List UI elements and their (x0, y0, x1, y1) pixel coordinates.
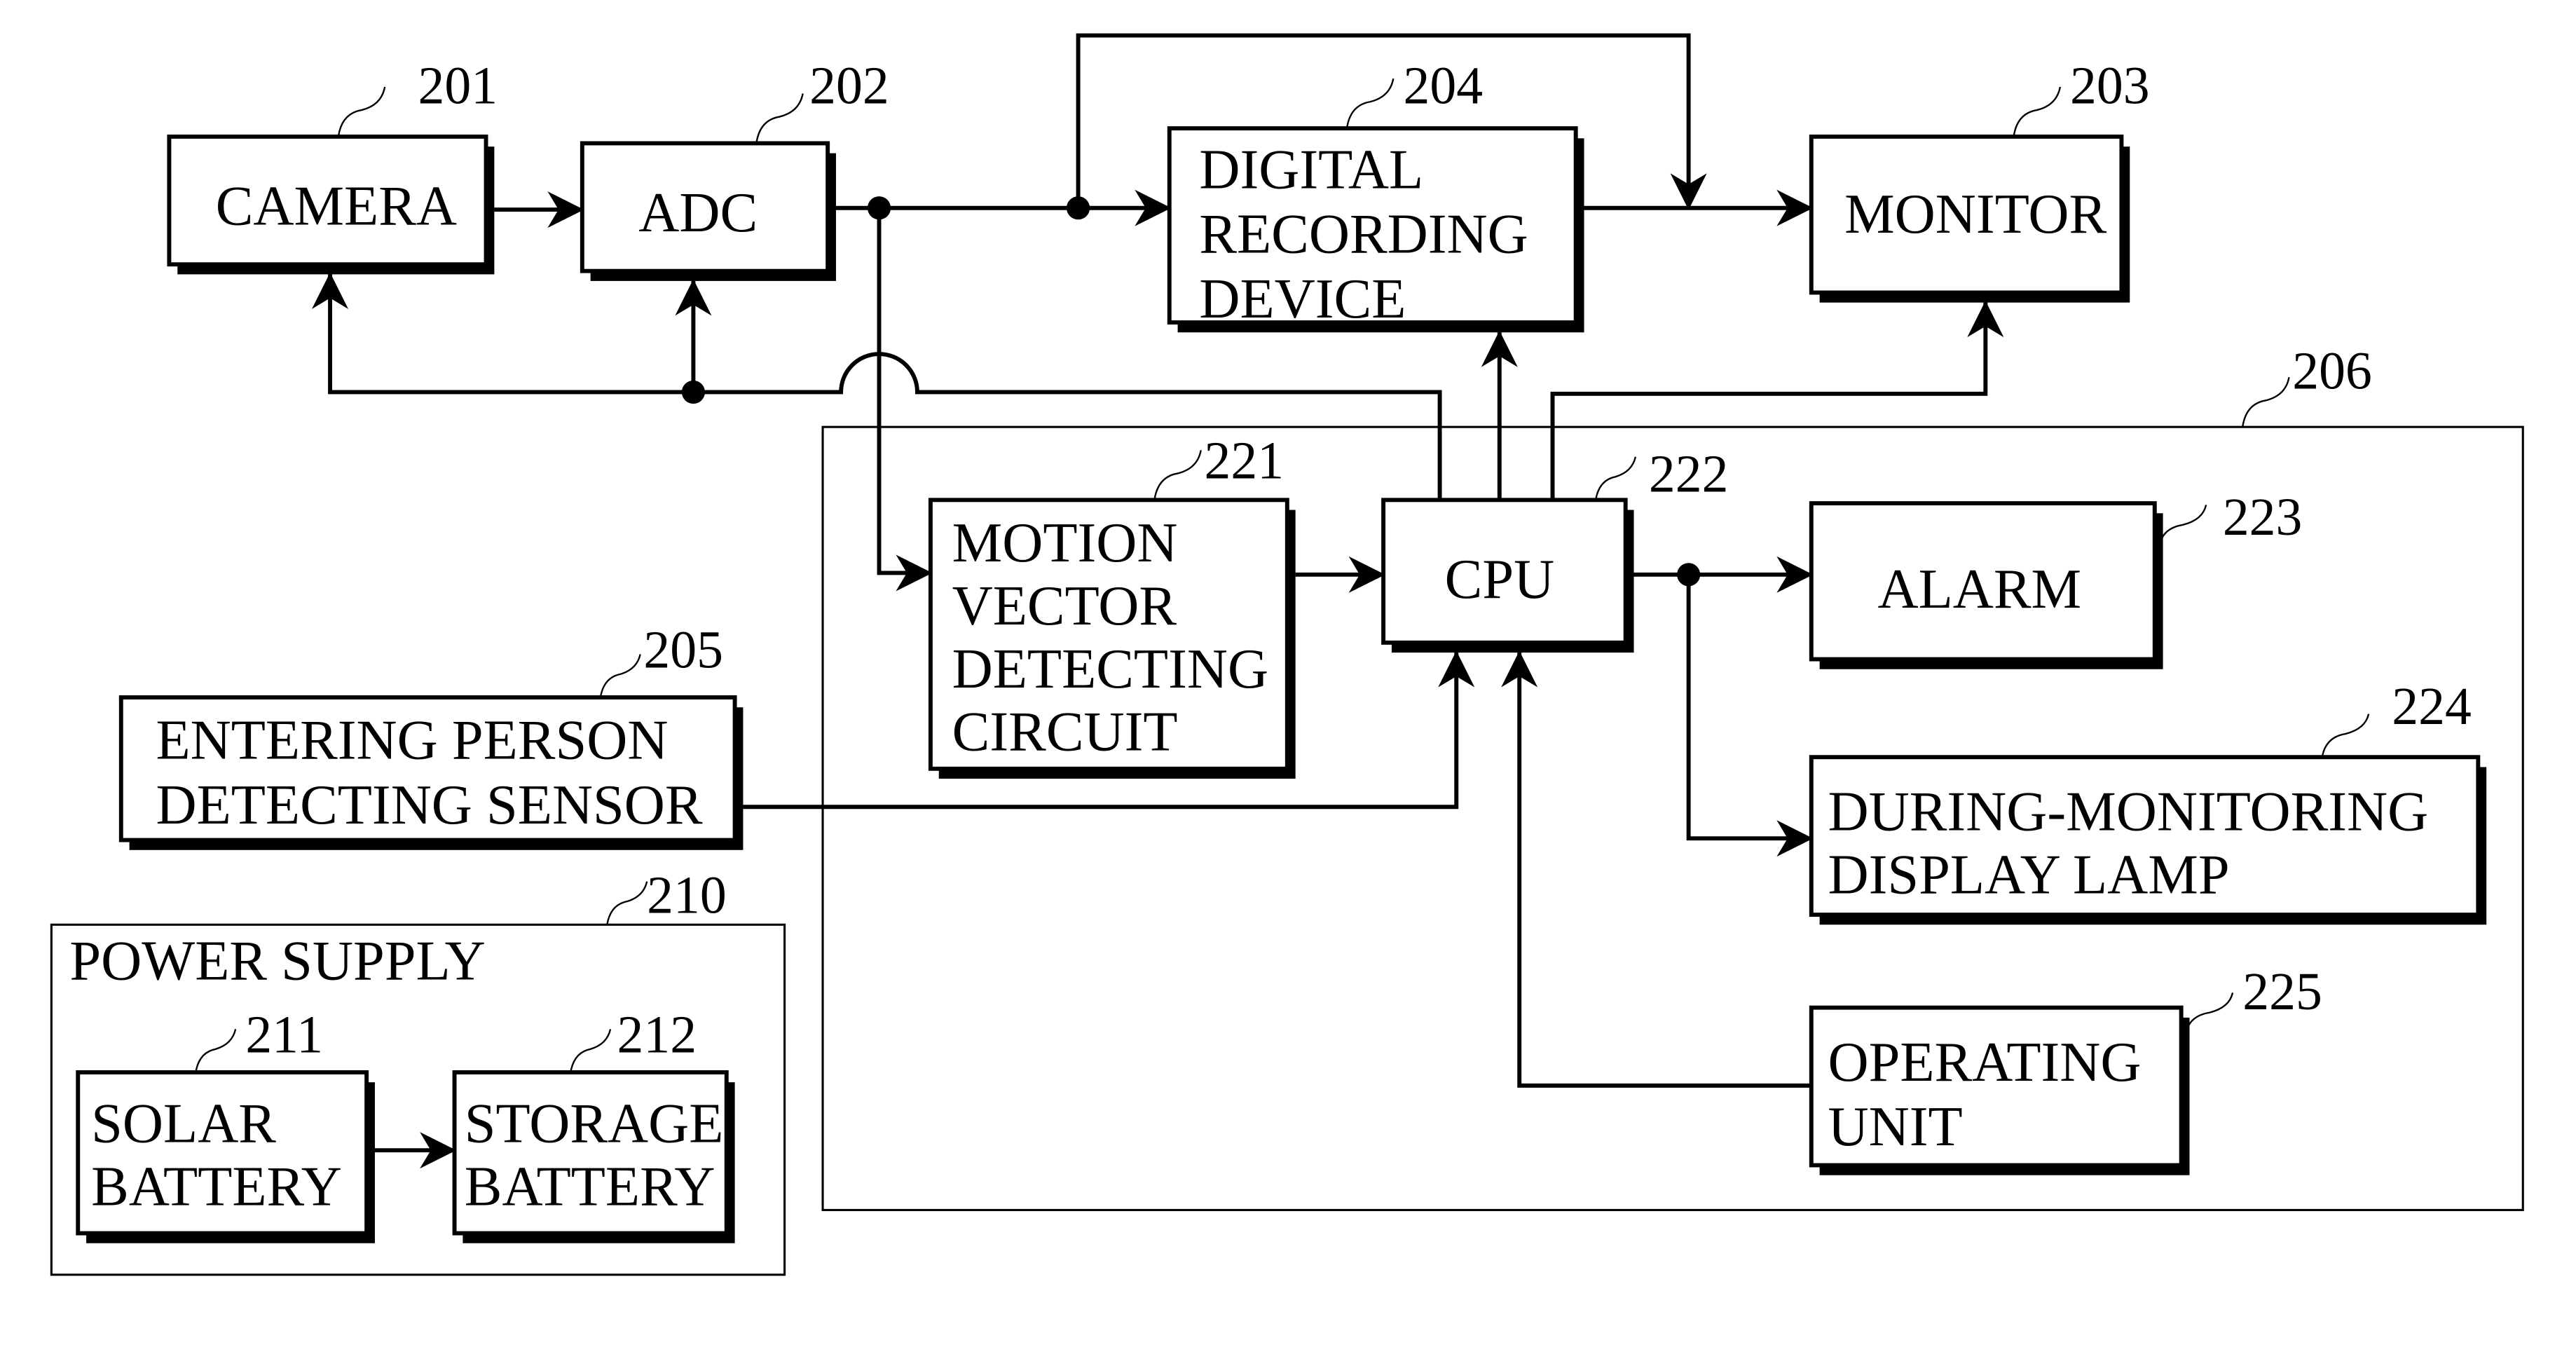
lamp-block: DURING-MONITORING DISPLAY LAMP 224 (1809, 678, 2487, 925)
ref-201: 201 (418, 57, 498, 116)
operating-line-2: UNIT (1828, 1095, 1962, 1158)
cpu-block: CPU 222 (1381, 445, 1729, 653)
ref-205: 205 (643, 621, 723, 679)
alarm-block: ALARM 223 (1809, 489, 2303, 669)
alarm-label: ALARM (1877, 558, 2081, 620)
sensor-line-2: DETECTING SENSOR (156, 774, 703, 836)
camera-block: CAMERA 201 (167, 57, 498, 275)
ref-222: 222 (1649, 445, 1729, 503)
ref-206-leader (2242, 376, 2290, 428)
ref-210: 210 (647, 867, 727, 925)
motion-line-2: VECTOR (952, 575, 1177, 637)
motion-line-3: DETECTING (952, 638, 1268, 700)
sensor-line-1: ENTERING PERSON (156, 709, 669, 772)
storage-battery-block: STORAGE BATTERY 212 (452, 1006, 735, 1243)
operating-line-1: OPERATING (1828, 1031, 2141, 1093)
junction-dot (681, 380, 705, 404)
diagram-canvas: 206 POWER SUPPLY 210 CAMERA 201 ADC 202 … (50, 33, 2524, 1276)
sensor-block: ENTERING PERSON DETECTING SENSOR 205 (118, 621, 744, 850)
solar-line-1: SOLAR (91, 1092, 276, 1154)
recorder-line-1: DIGITAL (1199, 138, 1423, 200)
monitor-label: MONITOR (1844, 183, 2106, 245)
wire-cpu-lamp (1686, 574, 1814, 857)
operating-unit-block: OPERATING UNIT 225 (1809, 963, 2322, 1175)
ref-221: 221 (1204, 432, 1284, 491)
cpu-label: CPU (1445, 548, 1555, 610)
lamp-line-1: DURING-MONITORING (1828, 780, 2428, 842)
wire-cpu-monitor (1550, 301, 2004, 500)
wire-operating-cpu (1501, 650, 1811, 1088)
motion-detector-block: MOTION VECTOR DETECTING CIRCUIT 221 (928, 432, 1296, 779)
storage-line-1: STORAGE (465, 1092, 724, 1154)
block-diagram: 206 POWER SUPPLY 210 CAMERA 201 ADC 202 … (0, 0, 2576, 1345)
ref-224: 224 (2392, 678, 2472, 736)
recorder-line-2: RECORDING (1199, 203, 1528, 266)
recorder-line-3: DEVICE (1199, 268, 1406, 330)
motion-line-1: MOTION (952, 512, 1178, 574)
adc-label: ADC (638, 182, 758, 244)
power-supply-title: POWER SUPPLY (69, 929, 485, 992)
motion-line-4: CIRCUIT (952, 701, 1178, 763)
ref-225: 225 (2242, 963, 2322, 1021)
ref-202: 202 (809, 57, 889, 116)
adc-block: ADC 202 (580, 57, 889, 281)
recorder-block: DIGITAL RECORDING DEVICE 204 (1167, 57, 1584, 333)
ref-223: 223 (2223, 489, 2303, 547)
solar-battery-block: SOLAR BATTERY 211 (76, 1006, 375, 1243)
lamp-line-2: DISPLAY LAMP (1828, 843, 2229, 906)
storage-line-2: BATTERY (465, 1155, 715, 1217)
ref-203: 203 (2070, 57, 2150, 116)
ref-211: 211 (245, 1006, 323, 1065)
monitor-block: MONITOR 203 (1809, 57, 2150, 303)
ref-206: 206 (2292, 343, 2372, 401)
ref-210-leader (606, 881, 648, 925)
solar-line-2: BATTERY (91, 1155, 342, 1217)
ref-204: 204 (1404, 57, 1484, 116)
camera-label: CAMERA (216, 175, 457, 237)
ref-212: 212 (617, 1006, 697, 1065)
